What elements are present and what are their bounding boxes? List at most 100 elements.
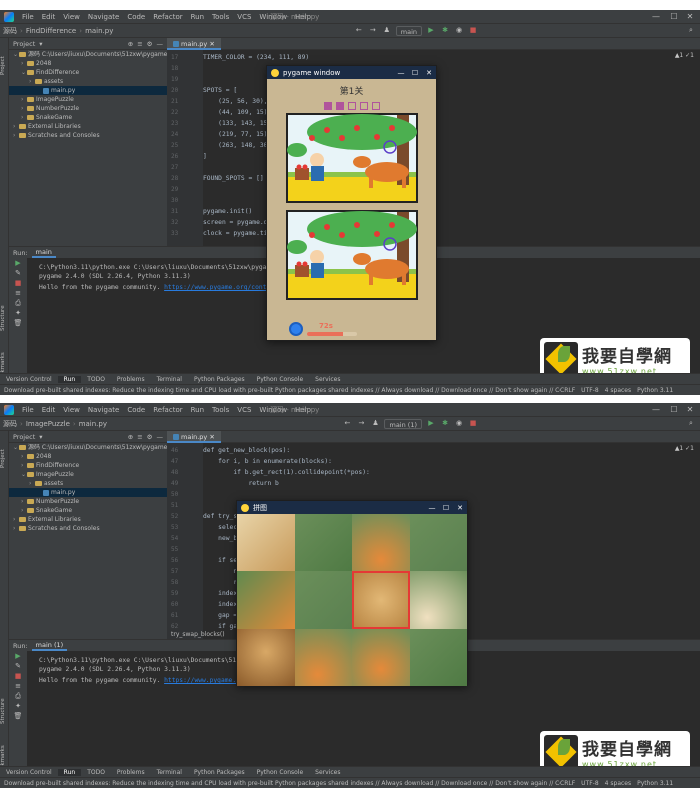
game-maximize-icon[interactable]: ☐	[408, 69, 422, 77]
menu-edit[interactable]: Edit	[38, 13, 60, 21]
code-line[interactable]: if b.get_rect(1).collidepoint(*pos):	[203, 469, 369, 476]
menu-code[interactable]: Code	[123, 13, 149, 21]
breadcrumb-file[interactable]: main.py	[76, 420, 110, 428]
tool-terminal[interactable]: Terminal	[151, 376, 188, 383]
forward-icon[interactable]: →	[356, 419, 366, 429]
code-line[interactable]: for i, b in enumerate(blocks):	[203, 458, 332, 465]
tree-item[interactable]: ⌄ ImagePuzzle	[9, 470, 167, 479]
minimize-icon[interactable]: —	[648, 10, 664, 24]
status-message[interactable]: Download pre-built shared indexes: Reduc…	[0, 780, 560, 787]
coverage-icon[interactable]: ◉	[454, 419, 464, 429]
locate-icon[interactable]: ⊕	[128, 40, 133, 48]
project-tool-tab[interactable]: Project	[0, 46, 9, 86]
puzzle-piece[interactable]	[409, 628, 467, 686]
gear-icon[interactable]: ⚙	[147, 40, 153, 48]
rerun-icon[interactable]: ▶	[9, 258, 27, 268]
tree-item[interactable]: › External Libraries	[9, 122, 167, 131]
top-image[interactable]	[286, 113, 418, 203]
close-tab-icon[interactable]: ✕	[209, 40, 214, 48]
tree-item[interactable]: main.py	[9, 86, 167, 95]
inspection-widget[interactable]: ▲1 ✓1	[675, 445, 694, 452]
tree-item[interactable]: ⌄ 源码 C:\Users\liuxu\Documents\51zxw\pygam…	[9, 50, 167, 59]
game-close-icon[interactable]: ✕	[453, 504, 467, 512]
trash-icon[interactable]: 🗑	[9, 318, 27, 328]
tree-item[interactable]: › 2048	[9, 59, 167, 68]
chevron-down-icon[interactable]: ▾	[39, 40, 42, 48]
tree-item[interactable]: › ImagePuzzle	[9, 95, 167, 104]
tree-item[interactable]: › assets	[9, 479, 167, 488]
tool-version-control[interactable]: Version Control	[0, 376, 58, 383]
puzzle-piece[interactable]	[237, 571, 295, 629]
status-message[interactable]: Download pre-built shared indexes: Reduc…	[0, 387, 560, 394]
run-tab[interactable]: main (1)	[31, 640, 68, 651]
tool-python-packages[interactable]: Python Packages	[188, 376, 251, 383]
project-header[interactable]: Project	[13, 433, 35, 441]
stop-run-icon[interactable]: ■	[9, 671, 27, 681]
hide-icon[interactable]: —	[157, 40, 164, 48]
game-close-icon[interactable]: ✕	[422, 69, 436, 77]
puzzle-piece[interactable]	[294, 628, 352, 686]
game-minimize-icon[interactable]: —	[394, 69, 408, 77]
menu-run[interactable]: Run	[187, 406, 208, 414]
hide-icon[interactable]: —	[157, 433, 164, 441]
print-icon[interactable]: ⎙	[9, 691, 27, 701]
structure-tool-tab[interactable]: Structure	[0, 298, 9, 338]
tool-problems[interactable]: Problems	[111, 376, 151, 383]
file-encoding[interactable]: UTF-8	[581, 387, 599, 394]
puzzle-piece[interactable]	[294, 514, 352, 572]
stop-icon[interactable]: ■	[468, 26, 478, 36]
debug-icon[interactable]: ✱	[440, 419, 450, 429]
bottom-image[interactable]	[286, 210, 418, 300]
pin-icon[interactable]: ✦	[9, 701, 27, 711]
user-icon[interactable]: ♟	[382, 26, 392, 36]
puzzle-piece[interactable]	[352, 571, 410, 629]
menu-edit[interactable]: Edit	[38, 406, 60, 414]
forward-icon[interactable]: →	[368, 26, 378, 36]
minimize-icon[interactable]: —	[648, 403, 664, 417]
search-icon[interactable]: ⌕	[686, 419, 696, 429]
print-icon[interactable]: ⎙	[9, 298, 27, 308]
tree-item[interactable]: ⌄ 源码 C:\Users\liuxu\Documents\51zxw\pygam…	[9, 443, 167, 452]
line-separator[interactable]: CRLF	[560, 387, 575, 394]
rerun-icon[interactable]: ▶	[9, 651, 27, 661]
tree-item[interactable]: › NumberPuzzle	[9, 104, 167, 113]
tree-item[interactable]: › SnakeGame	[9, 506, 167, 515]
tool-services[interactable]: Services	[309, 769, 346, 776]
scroll-end-icon[interactable]: ≡	[9, 288, 27, 298]
file-encoding[interactable]: UTF-8	[581, 780, 599, 787]
run-tab[interactable]: main	[31, 247, 56, 258]
code-line[interactable]: def get_new_block(pos):	[203, 447, 290, 454]
puzzle-piece[interactable]	[237, 628, 295, 686]
indent-setting[interactable]: 4 spaces	[605, 780, 631, 787]
wrench-icon[interactable]: ✎	[9, 661, 27, 671]
gear-icon[interactable]: ⚙	[147, 433, 153, 441]
code-line[interactable]: return b	[203, 480, 278, 487]
search-icon[interactable]: ⌕	[686, 26, 696, 36]
interpreter[interactable]: Python 3.11	[637, 780, 673, 787]
debug-icon[interactable]: ✱	[440, 26, 450, 36]
puzzle-piece[interactable]	[294, 571, 352, 629]
menu-tools[interactable]: Tools	[208, 13, 233, 21]
tool-version-control[interactable]: Version Control	[0, 769, 58, 776]
tool-run[interactable]: Run	[57, 375, 82, 383]
code-line[interactable]: (263, 148, 30)	[203, 142, 271, 149]
menu-vcs[interactable]: VCS	[233, 13, 255, 21]
stop-icon[interactable]: ■	[468, 419, 478, 429]
puzzle-piece[interactable]	[352, 514, 410, 572]
tree-item[interactable]: › FindDifference	[9, 461, 167, 470]
puzzle-piece[interactable]	[409, 514, 467, 572]
editor-tab-main[interactable]: main.py ✕	[167, 430, 221, 443]
tool-todo[interactable]: TODO	[81, 376, 111, 383]
game-minimize-icon[interactable]: —	[425, 504, 439, 512]
menu-navigate[interactable]: Navigate	[84, 13, 123, 21]
close-icon[interactable]: ✕	[682, 403, 698, 417]
pygame-window[interactable]: pygame window — ☐ ✕ 第1关 72s	[266, 65, 437, 341]
tool-todo[interactable]: TODO	[81, 769, 111, 776]
menu-view[interactable]: View	[59, 13, 84, 21]
tree-item[interactable]: › Scratches and Consoles	[9, 131, 167, 140]
tree-item[interactable]: › External Libraries	[9, 515, 167, 524]
tool-python-console[interactable]: Python Console	[251, 376, 310, 383]
editor-tab-main[interactable]: main.py ✕	[167, 37, 221, 50]
wrench-icon[interactable]: ✎	[9, 268, 27, 278]
tool-run[interactable]: Run	[57, 768, 82, 776]
